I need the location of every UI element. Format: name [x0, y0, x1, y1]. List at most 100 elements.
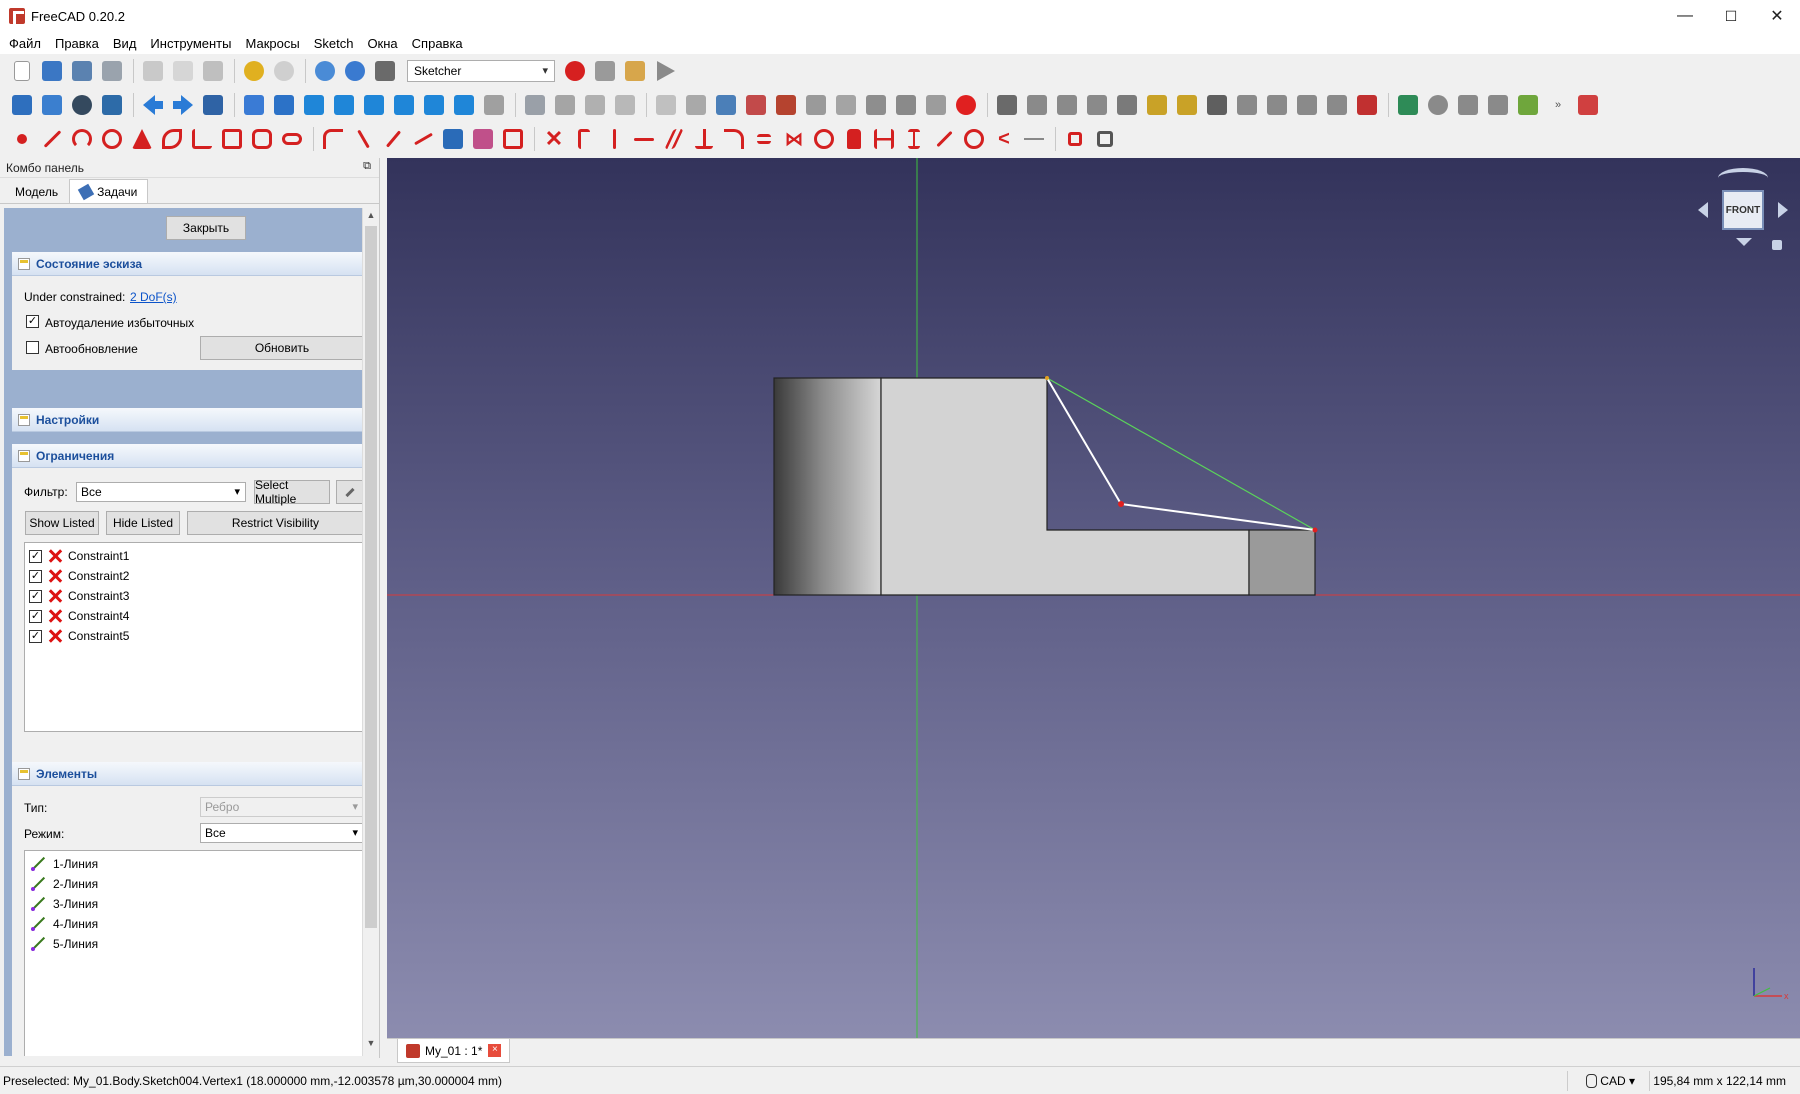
- maximize-button[interactable]: ☐: [1708, 0, 1754, 32]
- make-link-icon[interactable]: [611, 91, 639, 119]
- constrain-angle-icon[interactable]: <: [990, 125, 1018, 153]
- remove-axes-alignment-icon[interactable]: [1323, 91, 1351, 119]
- save-document-icon[interactable]: [68, 57, 96, 85]
- select-origin-icon[interactable]: [1023, 91, 1051, 119]
- settings-header[interactable]: Настройки: [12, 408, 362, 432]
- stop-macro-icon[interactable]: [591, 57, 619, 85]
- element-row[interactable]: 3-Линия: [25, 894, 362, 914]
- paste-icon[interactable]: [199, 57, 227, 85]
- nav-menu-icon[interactable]: [1772, 240, 1782, 250]
- constraints-header[interactable]: Ограничения: [12, 444, 362, 468]
- select-conflicting-icon[interactable]: [1143, 91, 1171, 119]
- constrain-point-on-object-icon[interactable]: [570, 125, 598, 153]
- increase-knot-icon[interactable]: [1514, 91, 1542, 119]
- view-left-icon[interactable]: [450, 91, 478, 119]
- open-document-icon[interactable]: [38, 57, 66, 85]
- constrain-horizontal-distance-icon[interactable]: [870, 125, 898, 153]
- symmetry-icon[interactable]: [1233, 91, 1261, 119]
- close-document-icon[interactable]: ×: [488, 1044, 502, 1057]
- select-redundant-icon[interactable]: [1113, 91, 1141, 119]
- sketch-new-icon[interactable]: [652, 91, 680, 119]
- close-window-button[interactable]: ✕: [1754, 0, 1800, 32]
- refresh-icon[interactable]: [311, 57, 339, 85]
- forward-icon[interactable]: [169, 91, 197, 119]
- extend-icon[interactable]: [379, 125, 407, 153]
- convert-to-bspline-icon[interactable]: [1424, 91, 1452, 119]
- toggle-active-icon[interactable]: [1091, 125, 1119, 153]
- constraint-row[interactable]: ✓ Constraint3: [25, 586, 362, 606]
- fit-all-icon[interactable]: [8, 91, 36, 119]
- scroll-down-icon[interactable]: ▼: [363, 1038, 379, 1054]
- scrollbar-thumb[interactable]: [365, 226, 377, 928]
- create-line-icon[interactable]: [38, 125, 66, 153]
- select-multiple-button[interactable]: Select Multiple: [254, 478, 330, 506]
- float-panel-icon[interactable]: ⧉: [363, 160, 371, 173]
- sketch-canvas[interactable]: [387, 158, 1800, 1038]
- view-section-icon[interactable]: [772, 91, 800, 119]
- create-conic-icon[interactable]: [128, 125, 156, 153]
- rectangular-array-icon[interactable]: [1293, 91, 1321, 119]
- split-icon[interactable]: [409, 125, 437, 153]
- constraint-list[interactable]: ✓ Constraint1 ✓ Constraint2 ✓ Constraint3 ✓…: [24, 542, 362, 732]
- create-bspline-icon[interactable]: [158, 125, 186, 153]
- new-document-icon[interactable]: [8, 57, 36, 85]
- elements-header[interactable]: Элементы: [12, 762, 362, 786]
- toggle-driving-icon[interactable]: [1061, 125, 1089, 153]
- recompute-icon[interactable]: [341, 57, 369, 85]
- constrain-snell-icon[interactable]: [1020, 125, 1048, 153]
- constrain-coincident-icon[interactable]: ✕: [540, 125, 568, 153]
- constrain-horizontal-icon[interactable]: [630, 125, 658, 153]
- constraint-row[interactable]: ✓ Constraint1: [25, 546, 362, 566]
- trim-icon[interactable]: [349, 125, 377, 153]
- carbon-copy-icon[interactable]: [469, 125, 497, 153]
- constrain-block-icon[interactable]: [810, 125, 838, 153]
- mode-select[interactable]: Все: [200, 823, 362, 843]
- nav-left-arrow-icon[interactable]: [1698, 202, 1708, 218]
- back-icon[interactable]: [139, 91, 167, 119]
- element-row[interactable]: 2-Линия: [25, 874, 362, 894]
- create-polygon-icon[interactable]: [248, 125, 276, 153]
- draw-style-icon[interactable]: [68, 91, 96, 119]
- update-button[interactable]: Обновить: [200, 336, 362, 360]
- whats-this-icon[interactable]: [371, 57, 399, 85]
- constraint-row[interactable]: ✓ Constraint4: [25, 606, 362, 626]
- constraint-visible-checkbox[interactable]: ✓: [29, 549, 42, 563]
- redo-icon[interactable]: [270, 57, 298, 85]
- sketch-view-icon[interactable]: [742, 91, 770, 119]
- show-hide-geometry-icon[interactable]: [1203, 91, 1231, 119]
- constraint-settings-button[interactable]: [336, 480, 362, 504]
- mirror-sketch-icon[interactable]: [922, 91, 950, 119]
- copy-icon[interactable]: [169, 57, 197, 85]
- view-bottom-icon[interactable]: [420, 91, 448, 119]
- view-top-icon[interactable]: [330, 91, 358, 119]
- construction-mode-icon[interactable]: [499, 125, 527, 153]
- constrain-radius-icon[interactable]: [960, 125, 988, 153]
- sketch-leave-icon[interactable]: [682, 91, 710, 119]
- select-constraints-icon[interactable]: [993, 91, 1021, 119]
- auto-update-checkbox[interactable]: [26, 341, 39, 354]
- decrease-degree-icon[interactable]: [1484, 91, 1512, 119]
- constraint-visible-checkbox[interactable]: ✓: [29, 589, 42, 603]
- constrain-symmetric-icon[interactable]: ⋈: [780, 125, 808, 153]
- scroll-up-icon[interactable]: ▲: [363, 210, 379, 226]
- clone-icon[interactable]: [1263, 91, 1291, 119]
- document-tab[interactable]: My_01 : 1* ×: [397, 1039, 511, 1063]
- create-arc-icon[interactable]: [68, 125, 96, 153]
- menu-tools[interactable]: Инструменты: [143, 36, 238, 51]
- create-rectangle-icon[interactable]: [218, 125, 246, 153]
- constrain-distance-icon[interactable]: [930, 125, 958, 153]
- element-row[interactable]: 4-Линия: [25, 914, 362, 934]
- constraint-visible-checkbox[interactable]: ✓: [29, 569, 42, 583]
- create-part-icon[interactable]: [551, 91, 579, 119]
- create-point-icon[interactable]: [8, 125, 36, 153]
- select-vertical-axis-icon[interactable]: [1053, 91, 1081, 119]
- validate-sketch-icon[interactable]: [862, 91, 890, 119]
- nav-right-arrow-icon[interactable]: [1778, 202, 1788, 218]
- bounding-box-icon[interactable]: [98, 91, 126, 119]
- constrain-tangent-icon[interactable]: [720, 125, 748, 153]
- dof-link[interactable]: 2 DoF(s): [130, 290, 177, 304]
- element-list[interactable]: 1-Линия 2-Линия 3-Линия 4-Линия 5-Линия: [24, 850, 362, 1056]
- navigation-cube[interactable]: FRONT: [1698, 166, 1788, 256]
- create-polyline-icon[interactable]: [188, 125, 216, 153]
- constraint-visible-checkbox[interactable]: ✓: [29, 609, 42, 623]
